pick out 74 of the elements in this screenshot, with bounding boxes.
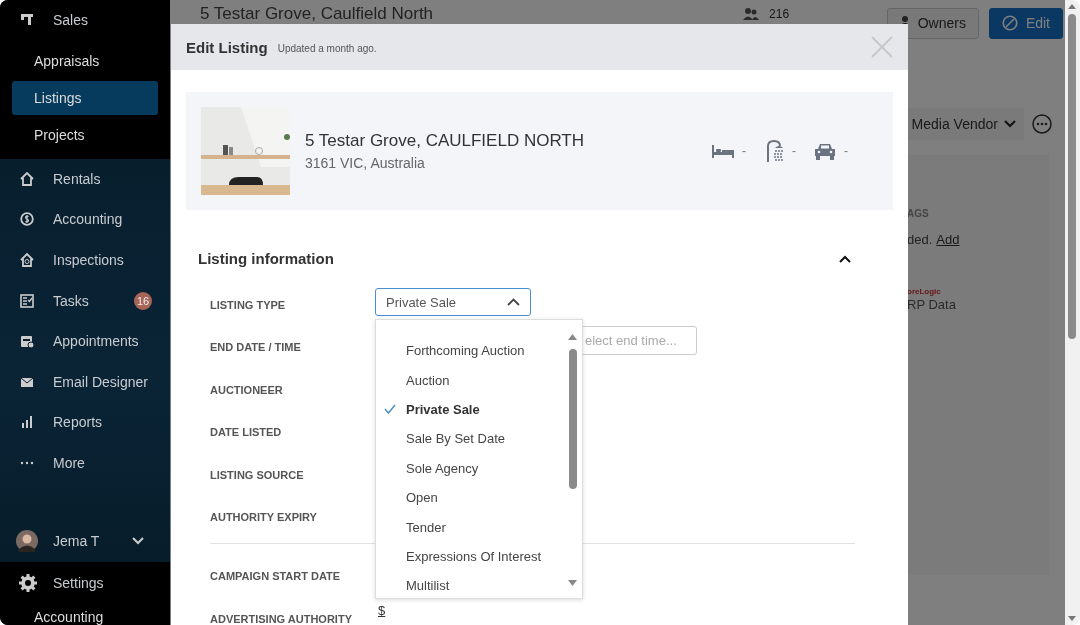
- nav-item[interactable]: Reports: [0, 402, 170, 443]
- field-label: AUCTIONEER: [210, 382, 284, 396]
- dropdown-option[interactable]: Auction: [376, 365, 582, 395]
- data-logo: oreLogic: [907, 287, 941, 296]
- scrollbar-thumb[interactable]: [1068, 14, 1076, 339]
- dropdown-option[interactable]: Multilist: [376, 571, 582, 598]
- dropdown-option[interactable]: Private Sale: [376, 394, 582, 425]
- scroll-up-icon: [568, 334, 577, 340]
- property-address: 5 Testar Grove, CAULFIELD NORTH: [305, 131, 584, 151]
- field-label: AUTHORITY EXPIRY: [210, 509, 318, 523]
- user-name[interactable]: Jema T: [53, 533, 100, 550]
- chevron-up-icon: [507, 298, 520, 306]
- dropdown-option[interactable]: Sole Agency: [376, 453, 582, 483]
- nav-subitem[interactable]: Listings: [12, 80, 158, 115]
- people-count: 216: [769, 7, 790, 21]
- feature-count: -: [792, 144, 796, 158]
- bed-icon: [712, 144, 734, 158]
- tags-text: ded.: [907, 232, 933, 247]
- nav-item[interactable]: Rentals: [0, 158, 170, 200]
- field-label: LISTING TYPE: [210, 298, 287, 311]
- chevron-up-icon[interactable]: [839, 254, 851, 263]
- scroll-down-icon: [1068, 616, 1076, 621]
- nav-item[interactable]: Inspections: [0, 239, 170, 281]
- house-icon: [20, 253, 34, 268]
- field-label: END DATE / TIME: [210, 340, 302, 354]
- section-title: Listing information: [198, 250, 334, 267]
- data-source: RP Data: [907, 297, 956, 312]
- more-icon: [1032, 114, 1052, 134]
- feature-count: -: [742, 144, 746, 158]
- dropdown-option[interactable]: Sale By Set Date: [376, 424, 582, 454]
- house-icon: [20, 171, 34, 186]
- avatar-icon: [16, 530, 38, 553]
- modal-title: Edit Listing: [186, 38, 268, 56]
- field-label: DATE LISTED: [210, 425, 283, 439]
- chevron-down-icon: [132, 537, 144, 546]
- nav-item[interactable]: More: [0, 442, 170, 484]
- updated-note: Updated a month ago.: [277, 43, 377, 54]
- property-locality: 3161 VIC, Australia: [305, 155, 426, 171]
- field-label: ADVERTISING AUTHORITY: [210, 611, 353, 625]
- checklist-icon: [20, 293, 34, 308]
- feature-count: -: [844, 144, 848, 158]
- nav-item[interactable]: Appointments: [0, 320, 170, 362]
- gear-icon: [19, 573, 37, 592]
- listing-type-select[interactable]: Private Sale: [375, 288, 531, 316]
- add-link[interactable]: Add: [936, 232, 960, 247]
- currency-link[interactable]: $: [375, 602, 386, 618]
- close-icon[interactable]: [871, 36, 893, 58]
- scrollbar-thumb[interactable]: [569, 349, 577, 489]
- nav-subitem[interactable]: Accounting: [12, 603, 158, 625]
- bar-chart-icon: [20, 415, 34, 430]
- listing-title: 5 Testar Grove, Caulfield North: [200, 4, 434, 24]
- dropdown-option[interactable]: Tender: [376, 512, 582, 542]
- nav-subitem[interactable]: Appraisals: [12, 43, 158, 78]
- check-icon: [384, 404, 396, 415]
- nav-item[interactable]: Email Designer: [0, 361, 170, 403]
- field-label: LISTING SOURCE: [210, 467, 305, 481]
- nav-item[interactable]: Settings: [0, 562, 170, 603]
- chevron-down-icon: [1004, 120, 1016, 128]
- nav-item[interactable]: Tasks 16: [0, 280, 170, 321]
- dollar-icon: [20, 212, 34, 227]
- nav-item[interactable]: Sales: [0, 0, 170, 41]
- nav-item[interactable]: Accounting: [0, 199, 170, 240]
- shower-icon: [764, 140, 784, 162]
- calendar-icon: [20, 334, 34, 349]
- people-icon: [743, 8, 760, 20]
- edit-icon: [1001, 15, 1018, 31]
- dropdown-option[interactable]: Expressions Of Interest: [376, 541, 582, 572]
- nav-subitem[interactable]: Projects: [12, 117, 158, 152]
- car-icon: [814, 142, 836, 160]
- dropdown-option[interactable]: Open: [376, 482, 582, 513]
- field-label: CAMPAIGN START DATE: [210, 569, 342, 583]
- scroll-up-icon: [1068, 4, 1076, 9]
- scroll-down-icon: [568, 580, 577, 586]
- count-badge: 16: [134, 291, 152, 310]
